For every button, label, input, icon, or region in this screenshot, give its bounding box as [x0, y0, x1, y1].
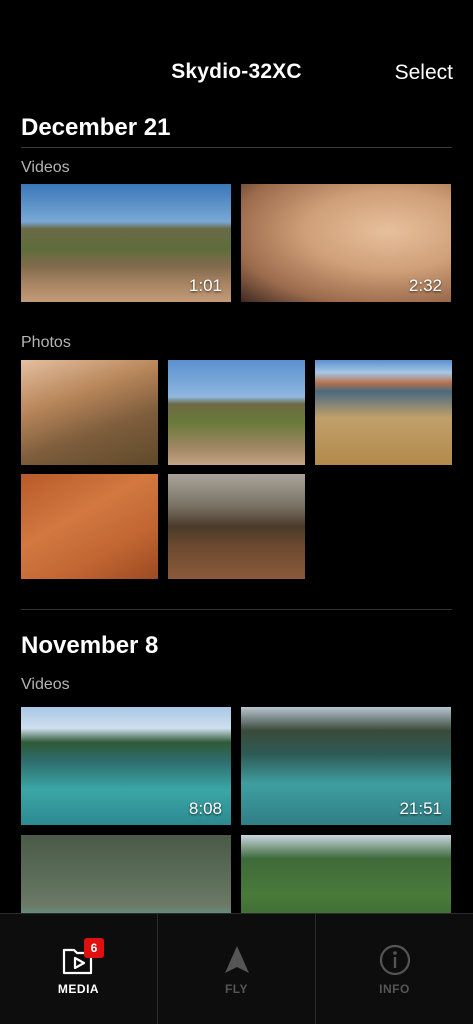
select-button[interactable]: Select	[395, 61, 453, 85]
video-thumbnail[interactable]: 2:32	[241, 184, 451, 302]
photo-thumbnail[interactable]	[21, 474, 158, 579]
video-thumbnail[interactable]: 1:01	[21, 184, 231, 302]
nav-tab-media[interactable]: 6 MEDIA	[0, 914, 158, 1024]
video-duration: 2:32	[408, 276, 442, 295]
nav-label-info: INFO	[379, 982, 410, 996]
media-list[interactable]: December 21 Videos 1:01 2:32 Photos Nove…	[0, 100, 473, 913]
top-bar: Skydio-32XC Select	[0, 0, 473, 100]
video-thumbnail[interactable]: 21:51	[241, 707, 451, 825]
bottom-nav: 6 MEDIA FLY INFO	[0, 913, 473, 1024]
video-duration: 1:01	[188, 276, 222, 295]
info-icon	[379, 944, 410, 976]
photo-thumbnail[interactable]	[315, 360, 452, 465]
video-thumbnail[interactable]	[241, 835, 451, 913]
media-badge: 6	[84, 938, 104, 958]
date-heading: November 8	[21, 632, 159, 659]
video-thumbnail[interactable]	[21, 835, 231, 913]
photo-thumbnail[interactable]	[168, 474, 305, 579]
video-duration: 21:51	[399, 799, 442, 818]
date-heading: December 21	[21, 114, 171, 141]
fly-arrow-icon	[224, 946, 249, 973]
section-label-videos: Videos	[21, 676, 70, 693]
nav-tab-info[interactable]: INFO	[316, 914, 473, 1024]
section-label-photos: Photos	[21, 334, 71, 351]
video-duration: 8:08	[188, 799, 222, 818]
nav-label-fly: FLY	[224, 982, 249, 996]
nav-tab-fly[interactable]: FLY	[158, 914, 316, 1024]
divider	[21, 147, 452, 148]
group-divider	[21, 609, 452, 610]
photo-thumbnail[interactable]	[168, 360, 305, 465]
photo-thumbnail[interactable]	[21, 360, 158, 465]
video-thumbnail[interactable]: 8:08	[21, 707, 231, 825]
section-label-videos: Videos	[21, 159, 70, 176]
nav-label-media: MEDIA	[57, 982, 100, 996]
